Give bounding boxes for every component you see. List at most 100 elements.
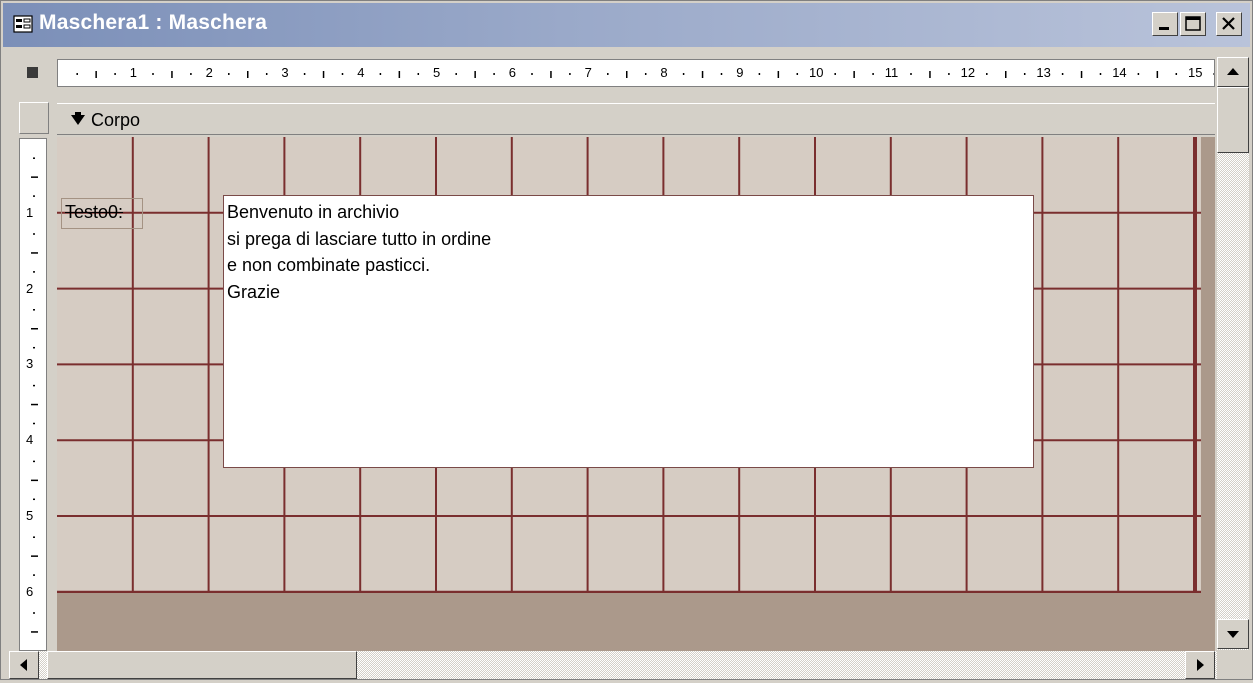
- ruler-tick: [33, 574, 35, 576]
- arrow-left-icon: [20, 659, 27, 671]
- ruler-tick: [986, 73, 988, 75]
- ruler-tick: [95, 71, 97, 78]
- ruler-tick: [31, 252, 38, 254]
- ruler-tick: [152, 73, 154, 75]
- ruler-tick: [644, 73, 647, 75]
- vertical-ruler-ticks: [31, 157, 38, 633]
- ruler-tick: [777, 71, 780, 78]
- label-control[interactable]: Testo0:: [61, 198, 143, 229]
- textbox-line: si prega di lasciare tutto in ordine: [227, 228, 492, 249]
- ruler-tick: [33, 612, 35, 614]
- arrow-down-icon: [1227, 631, 1239, 638]
- scroll-left-button[interactable]: [9, 651, 39, 679]
- minimize-icon: [1159, 27, 1169, 30]
- ruler-tick: [265, 73, 268, 75]
- ruler-tick: [455, 73, 457, 75]
- section-header-bar[interactable]: Corpo: [57, 103, 1215, 135]
- form-selector-square[interactable]: [27, 67, 38, 78]
- ruler-tick: [33, 157, 35, 159]
- ruler-tick: [33, 536, 35, 538]
- section-arrow-icon: [71, 112, 85, 125]
- vertical-scroll-thumb[interactable]: [1217, 87, 1249, 153]
- size-grip: [1217, 650, 1249, 679]
- ruler-number: 12: [960, 65, 976, 80]
- ruler-tick: [114, 73, 116, 75]
- textbox-line: e non combinate pasticci.: [227, 255, 431, 275]
- arrow-right-icon: [1197, 659, 1204, 671]
- ruler-number: 9: [736, 65, 744, 80]
- ruler-tick: [322, 71, 325, 78]
- ruler-tick: [607, 73, 609, 75]
- maximize-icon: [1185, 16, 1201, 31]
- ruler-number: 11: [884, 65, 899, 80]
- ruler-tick: [550, 71, 552, 78]
- ruler-number: 4: [26, 432, 34, 448]
- ruler-tick: [1005, 71, 1007, 78]
- ruler-tick: [76, 73, 78, 75]
- ruler-tick: [834, 73, 836, 75]
- ruler-tick: [171, 71, 173, 78]
- ruler-number: 15: [1188, 65, 1203, 80]
- vertical-ruler[interactable]: 1 2 3 4 5 6: [19, 138, 47, 651]
- ruler-tick: [379, 73, 382, 75]
- ruler-tick: [1137, 73, 1140, 75]
- ruler-tick: [33, 384, 35, 387]
- ruler-tick: [910, 73, 912, 75]
- ruler-number: 6: [508, 65, 517, 80]
- horizontal-scroll-thumb[interactable]: [47, 651, 357, 679]
- ruler-tick: [247, 71, 249, 78]
- close-icon: [1222, 17, 1235, 30]
- scroll-down-button[interactable]: [1217, 619, 1249, 649]
- form-design-window: Maschera1 : Maschera 1 2 3 4 5 6 7 8 9 10 11 12 13 14…: [0, 0, 1253, 680]
- ruler-tick: [33, 498, 35, 501]
- ruler-tick: [929, 71, 931, 78]
- close-button[interactable]: [1216, 12, 1242, 36]
- ruler-number: 6: [26, 583, 34, 599]
- ruler-number: 13: [1036, 65, 1051, 80]
- minimize-button[interactable]: [1152, 12, 1178, 36]
- ruler-tick: [1061, 73, 1064, 75]
- ruler-tick: [796, 73, 799, 75]
- maximize-button[interactable]: [1180, 12, 1206, 36]
- ruler-number: 2: [26, 280, 34, 296]
- ruler-number: 1: [129, 65, 138, 80]
- grid-edge: [1195, 137, 1197, 593]
- ruler-tick: [626, 71, 628, 78]
- textbox-line: Benvenuto in archivio: [227, 202, 400, 222]
- ruler-tick: [228, 73, 230, 75]
- ruler-number: 2: [205, 65, 213, 80]
- form-icon[interactable]: [13, 14, 33, 34]
- ruler-tick: [531, 73, 533, 75]
- ruler-tick: [1175, 73, 1178, 75]
- ruler-tick: [853, 71, 855, 78]
- ruler-tick: [341, 73, 344, 75]
- section-label: Corpo: [91, 110, 141, 130]
- ruler-number: 3: [26, 356, 34, 372]
- textbox-control[interactable]: Benvenuto in archivio si prega di lascia…: [223, 195, 1034, 468]
- horizontal-ruler[interactable]: 1 2 3 4 5 6 7 8 9 10 11 12 13 14 15: [57, 59, 1215, 87]
- ruler-tick: [417, 73, 420, 75]
- ruler-tick: [31, 176, 38, 178]
- ruler-tick: [758, 73, 761, 75]
- ruler-number: 14: [1112, 65, 1127, 80]
- textbox-line: Grazie: [227, 281, 281, 302]
- ruler-tick: [1099, 73, 1102, 75]
- ruler-tick: [33, 195, 35, 197]
- ruler-tick: [1156, 71, 1159, 78]
- ruler-tick: [948, 73, 950, 75]
- ruler-number: 7: [584, 65, 592, 80]
- scroll-right-button[interactable]: [1185, 651, 1215, 679]
- grid-edge: [57, 591, 1201, 593]
- ruler-number: 4: [357, 65, 365, 80]
- ruler-tick: [33, 460, 35, 463]
- section-selector[interactable]: [19, 102, 49, 134]
- ruler-number: 10: [809, 65, 824, 80]
- ruler-number: 8: [660, 65, 668, 80]
- ruler-tick: [33, 309, 35, 311]
- scroll-up-button[interactable]: [1217, 57, 1249, 87]
- title-bar[interactable]: Maschera1 : Maschera: [3, 3, 1250, 47]
- ruler-tick: [872, 73, 874, 75]
- ruler-tick: [474, 71, 476, 78]
- ruler-tick: [569, 73, 571, 75]
- ruler-number: 5: [26, 508, 34, 523]
